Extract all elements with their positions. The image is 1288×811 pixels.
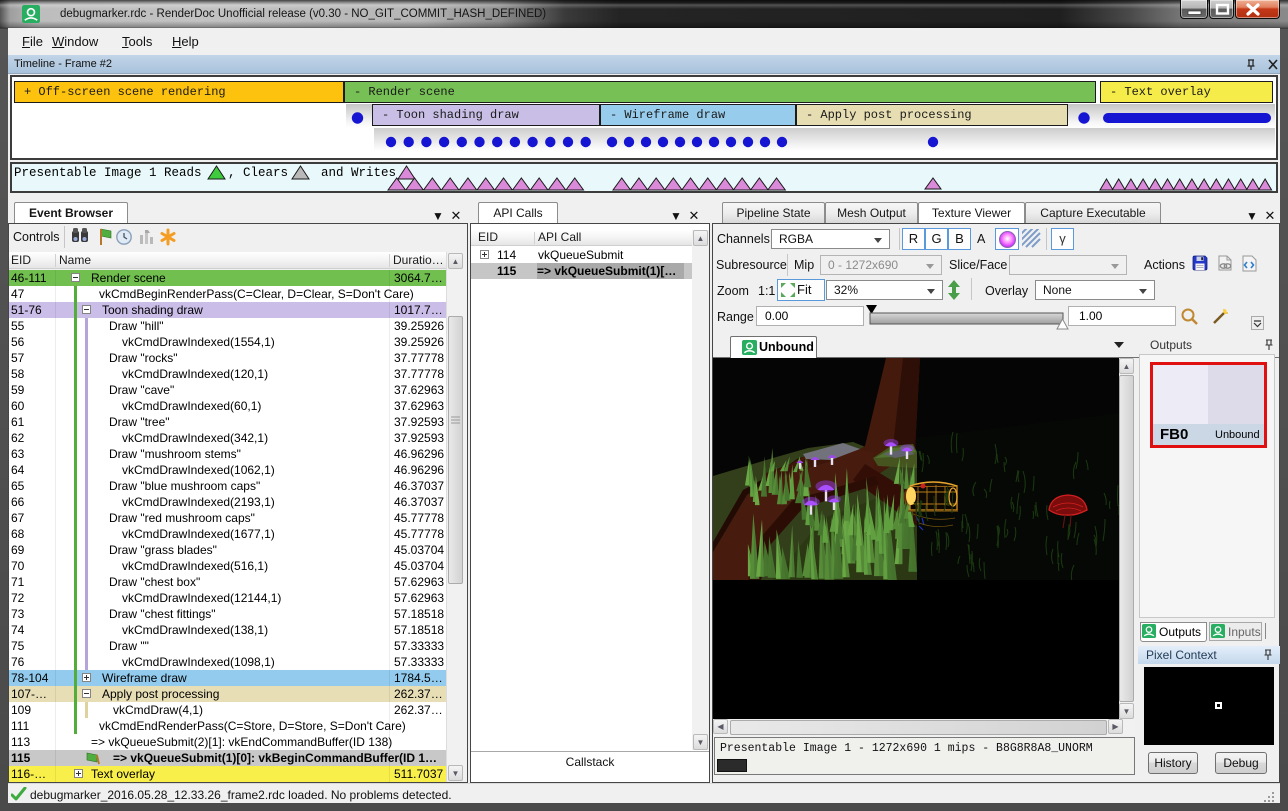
svg-text:, Clears: , Clears: [228, 166, 288, 180]
svg-text:Presentable Image 1 Reads: Presentable Image 1 Reads: [14, 166, 202, 180]
svg-text:and Writes: and Writes: [321, 166, 396, 180]
